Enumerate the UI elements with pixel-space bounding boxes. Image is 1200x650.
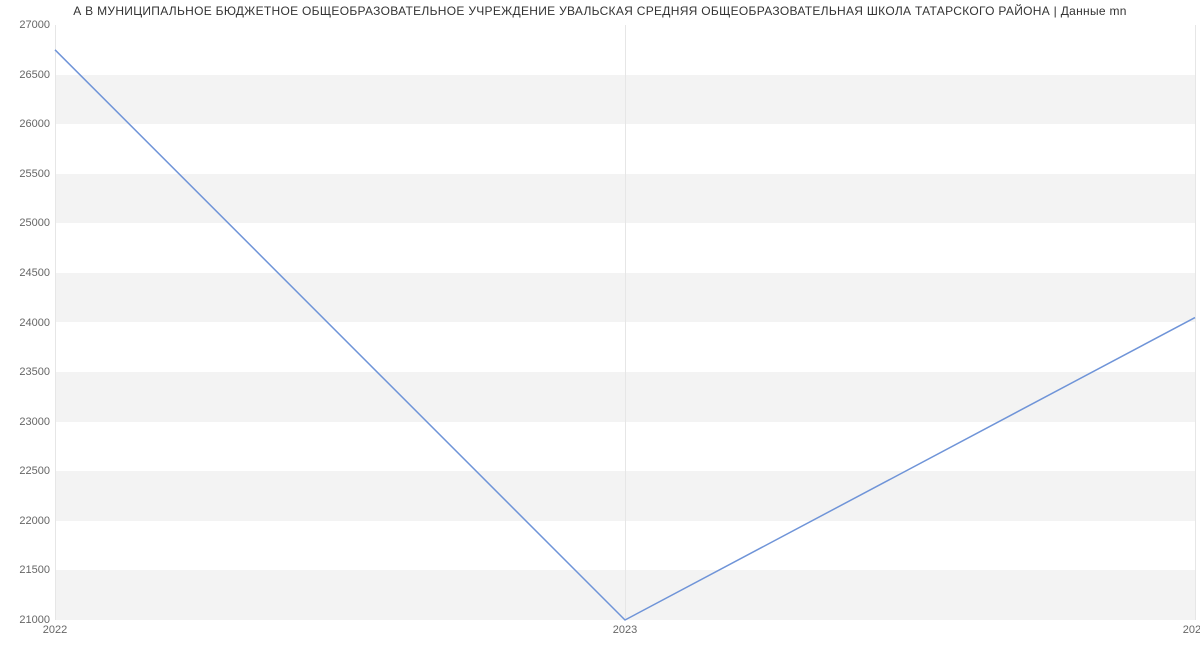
x-tick-label: 2022 [43,624,67,636]
y-tick-label: 23000 [5,416,50,428]
y-tick-label: 25500 [5,168,50,180]
x-tick-label: 2024 [1183,624,1200,636]
y-tick-label: 27000 [5,19,50,31]
y-tick-label: 26500 [5,69,50,81]
chart-svg [55,25,1195,620]
data-line [55,50,1195,620]
y-tick-label: 25000 [5,217,50,229]
y-tick-label: 26000 [5,118,50,130]
x-tick-label: 2023 [613,624,637,636]
chart-title: А В МУНИЦИПАЛЬНОЕ БЮДЖЕТНОЕ ОБЩЕОБРАЗОВА… [0,4,1200,18]
y-tick-label: 22500 [5,465,50,477]
y-tick-label: 24500 [5,267,50,279]
y-tick-label: 23500 [5,366,50,378]
plot-area [55,25,1195,620]
y-tick-label: 24000 [5,317,50,329]
y-tick-label: 21500 [5,564,50,576]
y-tick-label: 22000 [5,515,50,527]
x-gridline [1195,25,1196,620]
